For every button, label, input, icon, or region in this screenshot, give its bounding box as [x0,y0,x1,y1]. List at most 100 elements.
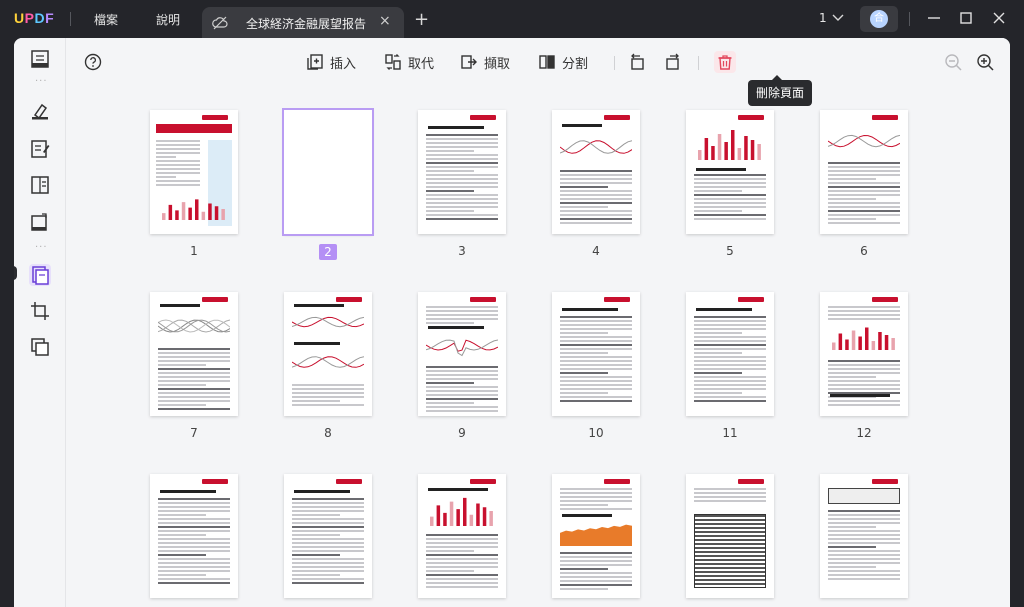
layers-icon[interactable] [29,336,51,358]
replace-page-icon [385,54,401,70]
heading-line [294,304,344,307]
text-line [694,388,766,390]
highlighter-icon[interactable] [29,100,51,122]
page-thumbnail[interactable] [552,292,640,416]
thumbnail-chart [828,134,900,148]
text-line [828,574,900,576]
text-line [560,572,632,574]
text-line [560,198,632,200]
text-line [560,324,632,326]
text-line [426,546,498,548]
text-line [560,508,632,510]
page-thumbnail[interactable] [686,474,774,598]
text-line [560,218,632,220]
page-thumbnail[interactable] [686,110,774,234]
text-line [694,316,766,318]
text-line [158,574,206,576]
document-tab[interactable]: 全球経济金融展望报告 × [202,7,404,38]
text-line [560,316,632,318]
text-line [156,140,200,142]
text-line [828,218,876,220]
page-selector[interactable]: 1 [819,11,827,25]
reader-icon[interactable] [29,48,51,70]
page-thumbnail[interactable] [418,292,506,416]
page-thumbnail[interactable] [552,474,640,598]
page-thumbnail-grid: 123456789101112131415161718 [66,84,1010,607]
page-thumbnail[interactable] [820,292,908,416]
text-line [292,522,364,524]
text-line [828,530,900,532]
text-line [828,170,900,172]
text-line [426,402,474,404]
menu-help[interactable]: 說明 [156,11,180,28]
text-line [156,168,200,170]
edit-pdf-icon[interactable] [29,138,51,160]
rotate-right-icon[interactable] [662,51,684,73]
bank-logo [872,297,898,302]
text-line [292,510,364,512]
page-thumbnail[interactable] [282,108,374,236]
page-thumbnail[interactable] [150,292,238,416]
title-bar: UPDF 檔案 說明 全球経济金融展望报告 × + 1 合 [0,0,1024,38]
text-line [426,558,498,560]
tab-close-button[interactable]: × [379,13,391,29]
new-tab-button[interactable]: + [414,9,429,30]
page-thumbnail[interactable] [418,474,506,598]
organize-pages-icon[interactable] [29,264,51,286]
sign-icon[interactable] [29,211,51,233]
text-line [158,518,230,520]
page-thumbnail[interactable] [686,292,774,416]
page-thumbnail[interactable] [418,110,506,234]
text-line [694,344,766,346]
form-icon[interactable] [29,174,51,196]
delete-page-icon[interactable] [714,51,736,73]
text-line [560,584,632,586]
text-line [828,360,900,362]
split-button[interactable]: 分割 [538,52,588,72]
insert-button[interactable]: 插入 [306,52,356,72]
menu-file[interactable]: 檔案 [94,11,118,28]
sidebar-toggle-handle[interactable] [14,266,17,280]
text-line [828,554,900,556]
text-line [292,392,364,394]
text-line [426,586,498,588]
text-line [158,582,230,584]
page-thumbnail[interactable] [820,474,908,598]
text-line [828,306,900,308]
page-thumbnail[interactable] [284,474,372,598]
thumbnail-chart [426,339,498,357]
zoom-out-icon[interactable] [942,51,964,73]
zoom-in-icon[interactable] [974,51,996,73]
page-thumbnail[interactable] [150,474,238,598]
text-line [560,552,632,554]
chevron-down-icon[interactable] [832,12,844,22]
crop-icon[interactable] [29,300,51,322]
text-line [828,162,900,164]
text-line [426,398,498,400]
heading-line [696,168,746,171]
help-icon[interactable] [82,51,104,73]
close-window-icon[interactable] [990,9,1008,27]
text-line [158,530,230,532]
page-thumbnail[interactable] [552,110,640,234]
page-thumbnail[interactable] [820,110,908,234]
account-button[interactable]: 合 [860,6,898,32]
text-line [694,190,742,192]
text-line [560,376,632,378]
bank-logo [604,115,630,120]
minimize-icon[interactable] [925,9,943,27]
maximize-icon[interactable] [957,9,975,27]
text-line [560,364,632,366]
page-thumbnail[interactable] [284,292,372,416]
page-thumbnail[interactable] [150,110,238,234]
text-line [828,314,900,316]
extract-button[interactable]: 擷取 [460,52,510,72]
text-line [158,554,206,556]
text-line [158,546,230,548]
text-line [828,558,900,560]
replace-button[interactable]: 取代 [384,52,434,72]
text-line [694,396,766,398]
rotate-left-icon[interactable] [626,51,648,73]
text-line [560,190,632,192]
text-line [426,542,498,544]
